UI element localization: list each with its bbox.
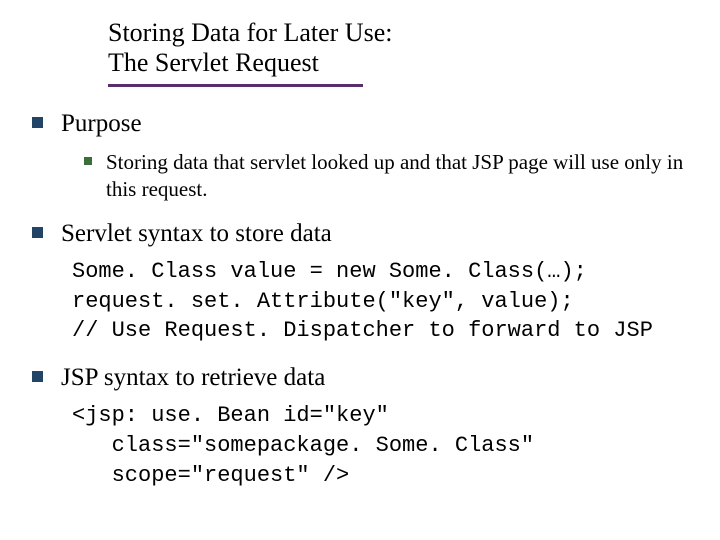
code-line: Some. Class value = new Some. Class(…); bbox=[72, 259, 587, 284]
jsp-code-block: <jsp: use. Bean id="key" class="somepack… bbox=[72, 401, 700, 490]
jsp-heading: JSP syntax to retrieve data bbox=[61, 362, 325, 393]
code-line: // Use Request. Dispatcher to forward to… bbox=[72, 318, 653, 343]
bullet-purpose: Purpose bbox=[32, 108, 700, 139]
code-line: scope="request" /> bbox=[72, 463, 349, 488]
servlet-heading: Servlet syntax to store data bbox=[61, 218, 332, 249]
square-bullet-icon bbox=[32, 117, 43, 128]
slide-content: Purpose Storing data that servlet looked… bbox=[32, 108, 700, 506]
code-line: request. set. Attribute("key", value); bbox=[72, 289, 574, 314]
square-bullet-icon bbox=[32, 227, 43, 238]
code-line: <jsp: use. Bean id="key" bbox=[72, 403, 389, 428]
bullet-jsp-syntax: JSP syntax to retrieve data bbox=[32, 362, 700, 393]
purpose-heading: Purpose bbox=[61, 108, 142, 139]
square-bullet-icon bbox=[84, 157, 92, 165]
servlet-code-block: Some. Class value = new Some. Class(…); … bbox=[72, 257, 700, 346]
title-underline bbox=[108, 84, 363, 87]
title-line-1: Storing Data for Later Use: bbox=[108, 18, 392, 48]
title-line-2: The Servlet Request bbox=[108, 48, 392, 78]
square-bullet-icon bbox=[32, 371, 43, 382]
subbullet-purpose-desc: Storing data that servlet looked up and … bbox=[84, 149, 700, 202]
code-line: class="somepackage. Some. Class" bbox=[72, 433, 534, 458]
slide-title-block: Storing Data for Later Use: The Servlet … bbox=[108, 18, 392, 87]
purpose-desc: Storing data that servlet looked up and … bbox=[106, 149, 700, 202]
bullet-servlet-syntax: Servlet syntax to store data bbox=[32, 218, 700, 249]
